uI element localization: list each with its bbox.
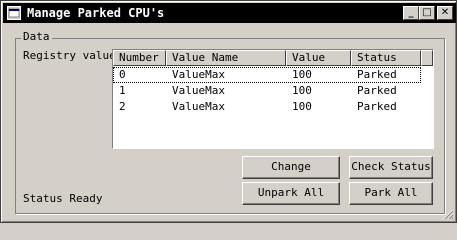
column-header-value[interactable]: Value	[286, 50, 351, 66]
column-header-value-name[interactable]: Value Name	[166, 50, 286, 66]
list-rows: 0 ValueMax 100 Parked 1 ValueMax 100 Par…	[113, 67, 421, 115]
minimize-button[interactable]: _	[403, 6, 419, 20]
status-text: Status Ready	[23, 192, 103, 205]
park-all-button[interactable]: Park All	[349, 182, 433, 205]
check-status-button[interactable]: Check Status	[349, 156, 433, 179]
title-bar[interactable]: Manage Parked CPU's _ □ ✕	[3, 3, 456, 23]
close-icon: ✕	[440, 7, 450, 18]
column-header-status[interactable]: Status	[351, 50, 421, 66]
registry-values-label: Registry values	[23, 49, 123, 62]
table-row[interactable]: 1 ValueMax 100 Parked	[113, 83, 421, 99]
close-button[interactable]: ✕	[437, 6, 453, 20]
column-header-filler	[421, 50, 433, 66]
cell-status: Parked	[357, 68, 397, 81]
column-header-number[interactable]: Number	[113, 50, 166, 66]
cell-value-name: ValueMax	[172, 68, 225, 81]
cell-value-name: ValueMax	[172, 100, 225, 113]
window-title: Manage Parked CPU's	[27, 6, 165, 20]
list-header: Number Value Name Value Status	[113, 50, 433, 66]
main-window: Manage Parked CPU's _ □ ✕ Data Registry …	[0, 0, 457, 223]
cell-status: Parked	[357, 84, 397, 97]
table-row[interactable]: 2 ValueMax 100 Parked	[113, 99, 421, 115]
maximize-icon: □	[422, 7, 432, 18]
cell-status: Parked	[357, 100, 397, 113]
cell-value-name: ValueMax	[172, 84, 225, 97]
group-label: Data	[21, 30, 52, 43]
resize-grip-icon[interactable]	[442, 208, 454, 220]
cell-value: 100	[292, 84, 312, 97]
table-row[interactable]: 0 ValueMax 100 Parked	[113, 67, 421, 83]
cell-value: 100	[292, 68, 312, 81]
registry-values-list[interactable]: Number Value Name Value Status 0 ValueMa…	[112, 49, 434, 149]
cell-number: 0	[119, 68, 126, 81]
app-icon	[7, 6, 21, 20]
cell-number: 2	[119, 100, 126, 113]
cell-number: 1	[119, 84, 126, 97]
change-button[interactable]: Change	[242, 156, 340, 179]
minimize-icon: _	[408, 7, 414, 18]
unpark-all-button[interactable]: Unpark All	[242, 182, 340, 205]
maximize-button[interactable]: □	[419, 6, 435, 20]
cell-value: 100	[292, 100, 312, 113]
